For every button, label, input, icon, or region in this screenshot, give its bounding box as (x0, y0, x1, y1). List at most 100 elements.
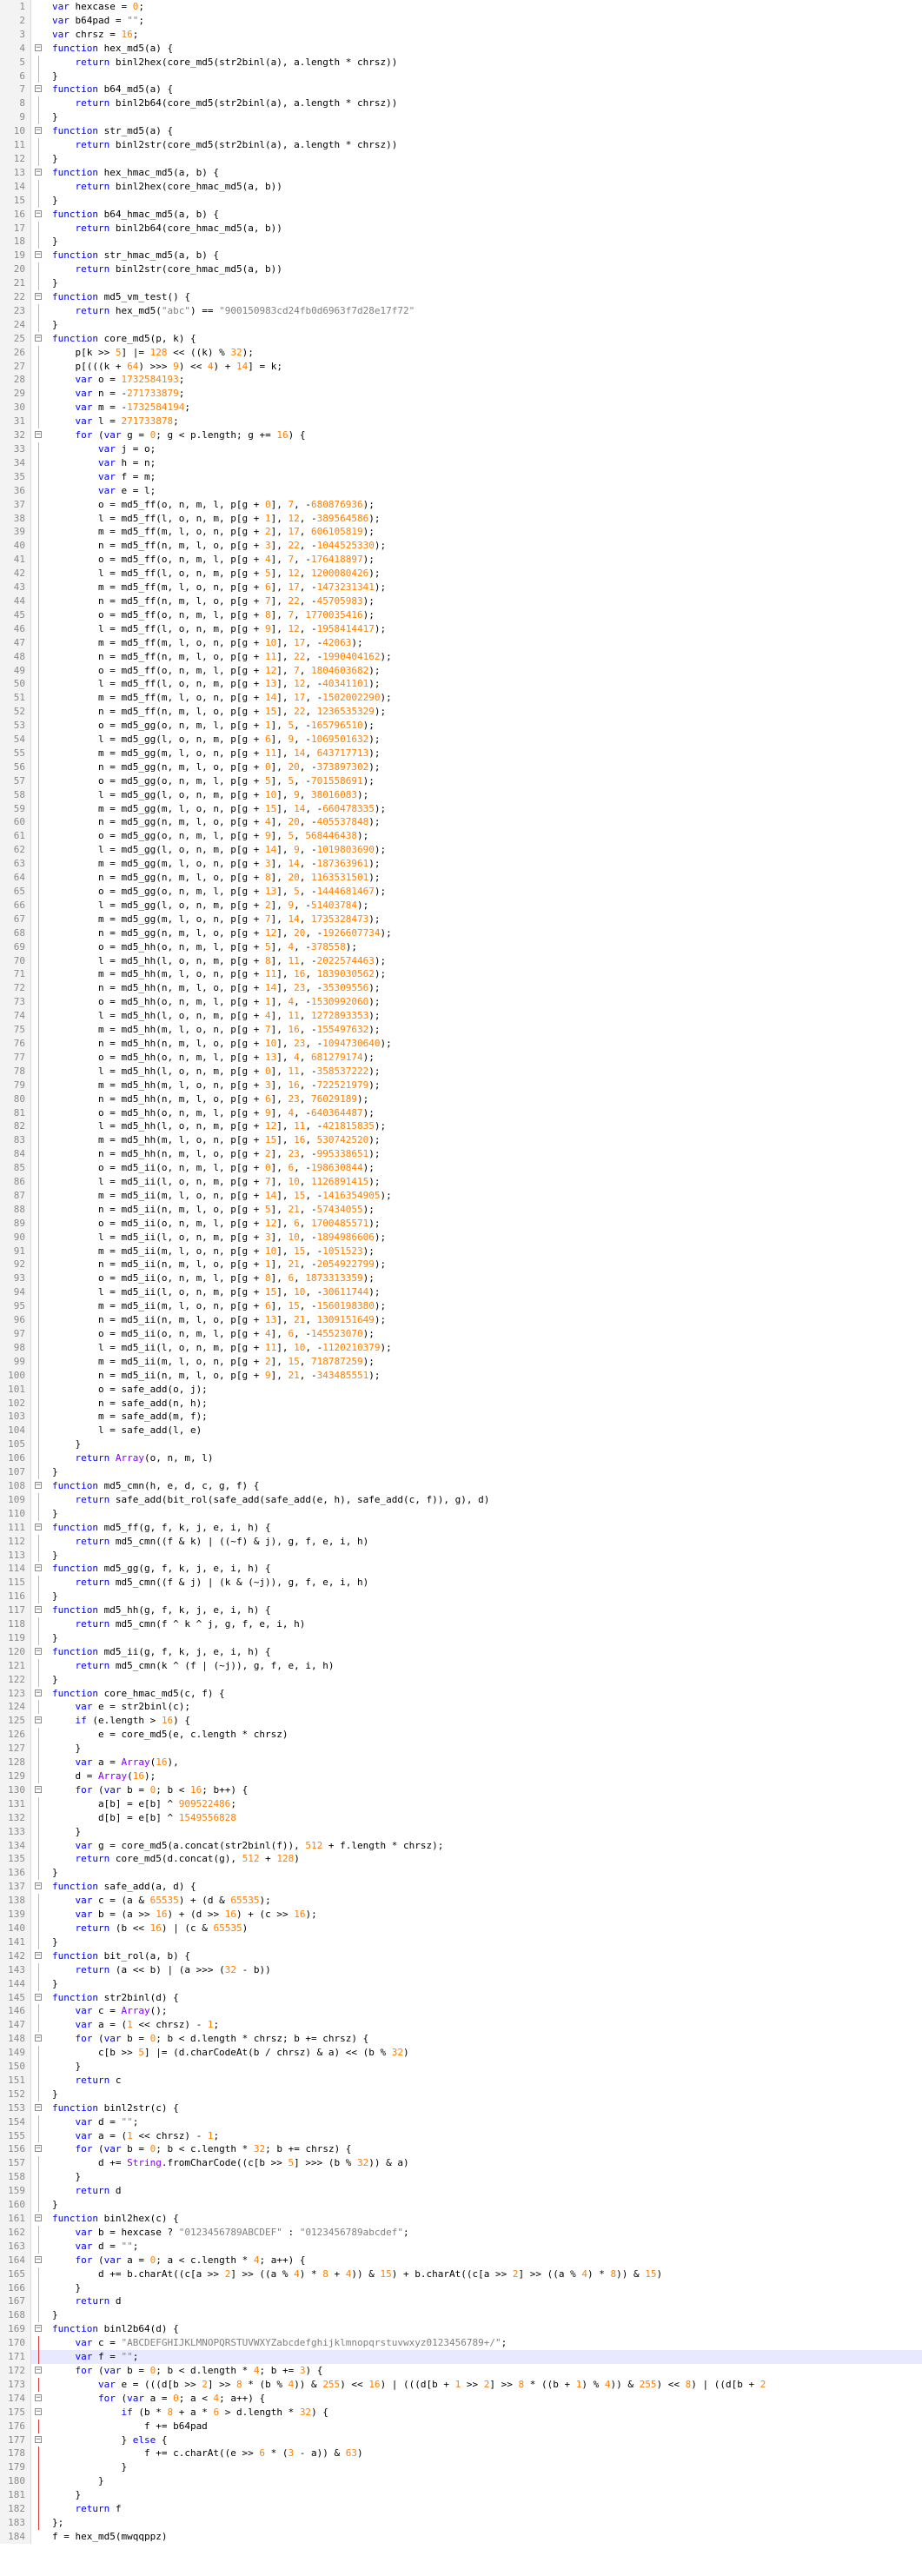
code-line[interactable]: 53 o = md5_gg(o, n, m, l, p[g + 1], 5, -… (0, 719, 922, 734)
code-line[interactable]: 159 return d (0, 2184, 922, 2199)
fold-toggle-icon[interactable]: − (35, 43, 42, 51)
code-line[interactable]: 171 var f = ""; (0, 2350, 922, 2364)
code-line[interactable]: 173 var e = (((d[b >> 2] >> 8 * (b % 4))… (0, 2377, 922, 2392)
code-line[interactable]: 92 n = md5_ii(n, m, l, o, p[g + 1], 21, … (0, 1258, 922, 1272)
code-line[interactable]: 34 var h = n; (0, 455, 922, 470)
code-line[interactable]: 33 var j = o; (0, 442, 922, 456)
code-line[interactable]: 5 return binl2hex(core_md5(str2binl(a), … (0, 55, 922, 70)
code-line[interactable]: 115 return md5_cmn((f & j) | (k & (~j)),… (0, 1576, 922, 1590)
code-line[interactable]: 44 n = md5_ff(n, m, l, o, p[g + 7], 22, … (0, 594, 922, 608)
code-line[interactable]: 136} (0, 1866, 922, 1881)
code-line[interactable]: 147 var a = (1 << chrsz) - 1; (0, 2018, 922, 2033)
code-line[interactable]: 20 return binl2str(core_hmac_md5(a, b)) (0, 262, 922, 277)
fold-toggle-icon[interactable]: − (35, 2393, 42, 2401)
code-line[interactable]: 30 var m = -1732584194; (0, 401, 922, 415)
code-line[interactable]: 142− function bit_rol(a, b) { (0, 1949, 922, 1963)
code-line[interactable]: 143 return (a << b) | (a >>> (32 - b)) (0, 1962, 922, 1977)
fold-toggle-icon[interactable]: − (35, 2255, 42, 2263)
code-line[interactable]: 137− function safe_add(a, d) { (0, 1880, 922, 1895)
code-line[interactable]: 37 o = md5_ff(o, n, m, l, p[g + 0], 7, -… (0, 497, 922, 512)
code-line[interactable]: 57 o = md5_gg(o, n, m, l, p[g + 5], 5, -… (0, 773, 922, 788)
fold-toggle-icon[interactable]: − (35, 127, 42, 135)
code-line[interactable]: 144} (0, 1976, 922, 1991)
code-line[interactable]: 36 var e = l; (0, 483, 922, 498)
fold-toggle-icon[interactable]: − (35, 251, 42, 259)
code-line[interactable]: 183}; (0, 2515, 922, 2530)
code-line[interactable]: 52 n = md5_ff(n, m, l, o, p[g + 15], 22,… (0, 705, 922, 720)
fold-toggle-icon[interactable]: − (35, 334, 42, 342)
code-line[interactable]: 67 m = md5_gg(m, l, o, n, p[g + 7], 14, … (0, 912, 922, 926)
code-line[interactable]: 129 d = Array(16); (0, 1769, 922, 1783)
code-line[interactable]: 109 return safe_add(bit_rol(safe_add(saf… (0, 1492, 922, 1507)
code-line[interactable]: 175− if (b * 8 + a * 6 > d.length * 32) … (0, 2405, 922, 2420)
code-line[interactable]: 134 var g = core_md5(a.concat(str2binl(f… (0, 1838, 922, 1853)
code-line[interactable]: 107} (0, 1465, 922, 1479)
code-line[interactable]: 110} (0, 1506, 922, 1521)
fold-toggle-icon[interactable]: − (35, 168, 42, 176)
fold-toggle-icon[interactable]: − (35, 2214, 42, 2222)
code-line[interactable]: 103 m = safe_add(m, f); (0, 1410, 922, 1424)
code-line[interactable]: 77 o = md5_hh(o, n, m, l, p[g + 13], 4, … (0, 1050, 922, 1065)
code-line[interactable]: 8 return binl2b64(core_md5(str2binl(a), … (0, 96, 922, 111)
fold-toggle-icon[interactable]: − (35, 1564, 42, 1572)
fold-toggle-icon[interactable]: − (35, 2325, 42, 2333)
code-line[interactable]: 27 p[(((k + 64) >>> 9) << 4) + 14] = k; (0, 359, 922, 374)
code-line[interactable]: 69 o = md5_hh(o, n, m, l, p[g + 5], 4, -… (0, 939, 922, 954)
code-line[interactable]: 21} (0, 276, 922, 291)
code-line[interactable]: 91 m = md5_ii(m, l, o, n, p[g + 10], 15,… (0, 1244, 922, 1258)
code-line[interactable]: 61 o = md5_gg(o, n, m, l, p[g + 9], 5, 5… (0, 829, 922, 844)
code-line[interactable]: 10− function str_md5(a) { (0, 124, 922, 139)
code-line[interactable]: 24} (0, 317, 922, 332)
code-line[interactable]: 59 m = md5_gg(m, l, o, n, p[g + 15], 14,… (0, 801, 922, 816)
code-line[interactable]: 89 o = md5_ii(o, n, m, l, p[g + 12], 6, … (0, 1216, 922, 1231)
fold-toggle-icon[interactable]: − (35, 85, 42, 93)
code-line[interactable]: 156− for (var b = 0; b < c.length * 32; … (0, 2142, 922, 2157)
code-line[interactable]: 180 } (0, 2474, 922, 2489)
code-line[interactable]: 11 return binl2str(core_md5(str2binl(a),… (0, 138, 922, 152)
code-line[interactable]: 41 o = md5_ff(o, n, m, l, p[g + 4], 7, -… (0, 553, 922, 568)
code-line[interactable]: 65 o = md5_gg(o, n, m, l, p[g + 13], 5, … (0, 885, 922, 899)
code-line[interactable]: 162 var b = hexcase ? "0123456789ABCDEF"… (0, 2225, 922, 2240)
code-line[interactable]: 6} (0, 69, 922, 83)
code-line[interactable]: 58 l = md5_gg(l, o, n, m, p[g + 10], 9, … (0, 787, 922, 802)
fold-toggle-icon[interactable]: − (35, 1523, 42, 1530)
code-line[interactable]: 23 return hex_md5("abc") == "900150983cd… (0, 303, 922, 318)
code-line[interactable]: 119} (0, 1630, 922, 1645)
fold-toggle-icon[interactable]: − (35, 1993, 42, 2001)
code-line[interactable]: 62 l = md5_gg(l, o, n, m, p[g + 14], 9, … (0, 843, 922, 858)
code-line[interactable]: 82 l = md5_hh(l, o, n, m, p[g + 12], 11,… (0, 1119, 922, 1134)
code-line[interactable]: 12} (0, 151, 922, 166)
code-line[interactable]: 90 l = md5_ii(l, o, n, m, p[g + 3], 10, … (0, 1230, 922, 1245)
fold-toggle-icon[interactable]: − (35, 1951, 42, 1959)
code-line[interactable]: 161− function binl2hex(c) { (0, 2212, 922, 2226)
code-line[interactable]: 31 var l = 271733878; (0, 415, 922, 429)
code-line[interactable]: 43 m = md5_ff(m, l, o, n, p[g + 6], 17, … (0, 581, 922, 594)
code-line[interactable]: 164− for (var a = 0; a < c.length * 4; a… (0, 2253, 922, 2267)
code-line[interactable]: 15} (0, 193, 922, 208)
code-line[interactable]: 113} (0, 1548, 922, 1563)
code-line[interactable]: 25− function core_md5(p, k) { (0, 331, 922, 346)
code-line[interactable]: 42 l = md5_ff(l, o, n, m, p[g + 5], 12, … (0, 567, 922, 581)
code-line[interactable]: 151 return c (0, 2073, 922, 2088)
code-line[interactable]: 141} (0, 1935, 922, 1949)
code-line[interactable]: 72 n = md5_hh(n, m, l, o, p[g + 14], 23,… (0, 981, 922, 996)
code-line[interactable]: 149 c[b >> 5] |= (d.charCodeAt(b / chrsz… (0, 2046, 922, 2061)
code-line[interactable]: 3 var chrsz = 16; (0, 27, 922, 42)
code-line[interactable]: 39 m = md5_ff(m, l, o, n, p[g + 2], 17, … (0, 525, 922, 540)
code-line[interactable]: 87 m = md5_ii(m, l, o, n, p[g + 14], 15,… (0, 1188, 922, 1203)
code-line[interactable]: 114− function md5_gg(g, f, k, j, e, i, h)… (0, 1562, 922, 1577)
code-line[interactable]: 121 return md5_cmn(k ^ (f | (~j)), g, f,… (0, 1658, 922, 1673)
code-line[interactable]: 157 d += String.fromCharCode((c[b >> 5] … (0, 2156, 922, 2171)
code-line[interactable]: 133 } (0, 1824, 922, 1839)
code-line[interactable]: 118 return md5_cmn(f ^ k ^ j, g, f, e, i… (0, 1617, 922, 1631)
code-line[interactable]: 85 o = md5_ii(o, n, m, l, p[g + 0], 6, -… (0, 1161, 922, 1176)
code-line[interactable]: 158 } (0, 2170, 922, 2185)
code-line[interactable]: 178 f += c.charAt((e >> 6 * (3 - a)) & 6… (0, 2447, 922, 2461)
code-line[interactable]: 126 e = core_md5(e, c.length * chrsz) (0, 1728, 922, 1743)
code-line[interactable]: 98 l = md5_ii(l, o, n, m, p[g + 11], 10,… (0, 1340, 922, 1355)
code-line[interactable]: 128 var a = Array(16), (0, 1756, 922, 1769)
code-line[interactable]: 46 l = md5_ff(l, o, n, m, p[g + 9], 12, … (0, 621, 922, 636)
code-line[interactable]: 108− function md5_cmn(h, e, d, c, g, f) { (0, 1478, 922, 1493)
code-line[interactable]: 139 var b = (a >> 16) + (d >> 16) + (c >… (0, 1908, 922, 1922)
code-line[interactable]: 169− function binl2b64(d) { (0, 2322, 922, 2337)
